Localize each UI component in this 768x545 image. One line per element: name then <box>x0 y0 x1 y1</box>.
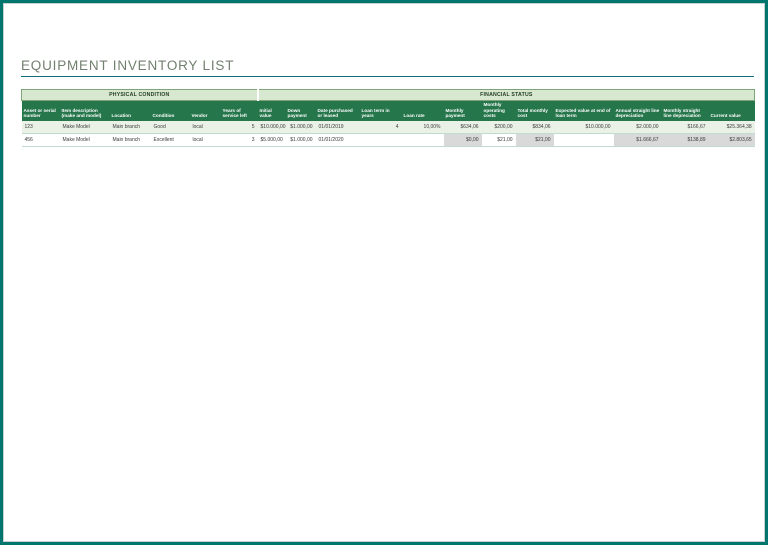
cell-monthly-payment: $634,06 <box>444 121 482 134</box>
column-header-monthly-operating-costs: Monthly operating costs <box>482 101 516 122</box>
cell-condition: Excellent <box>151 134 190 147</box>
column-header-current-value: Current value <box>709 101 755 122</box>
cell-location: Main branch <box>110 121 151 134</box>
group-header-physical-condition: PHYSICAL CONDITION <box>22 90 258 101</box>
cell-monthly-payment: $0,00 <box>444 134 482 147</box>
column-header-loan-term: Loan term in years <box>360 101 402 122</box>
cell-monthly-depreciation: $166,67 <box>662 121 709 134</box>
column-header-initial-value: Initial value <box>258 101 286 122</box>
column-header-location: Location <box>110 101 151 122</box>
cell-initial-value: $10.000,00 <box>258 121 286 134</box>
column-header-monthly-payment: Monthly payment <box>444 101 482 122</box>
cell-item-description: Make Model <box>60 134 110 147</box>
column-header-condition: Condition <box>151 101 190 122</box>
cell-expected-value: $10.000,00 <box>554 121 614 134</box>
column-header-item-description: Item description (make and model) <box>60 101 110 122</box>
cell-vendor: local <box>190 134 221 147</box>
column-header-asset-number: Asset or serial number <box>22 101 60 122</box>
cell-date-purchased: 01/01/2019 <box>316 121 360 134</box>
cell-monthly-operating-costs: $200,00 <box>482 121 516 134</box>
document-page: EQUIPMENT INVENTORY LIST PHYSICAL CONDIT… <box>0 0 768 545</box>
table-row: 123 Make Model Main branch Good local 5 … <box>22 121 755 134</box>
cell-down-payment: $1.000,00 <box>286 121 316 134</box>
column-header-down-payment: Down payment <box>286 101 316 122</box>
column-header-years-of-service-left: Years of service left <box>221 101 258 122</box>
cell-location: Main branch <box>110 134 151 147</box>
equipment-inventory-table: PHYSICAL CONDITION FINANCIAL STATUS Asse… <box>21 89 755 147</box>
column-header-row: Asset or serial number Item description … <box>22 101 755 122</box>
cell-total-monthly-cost: $834,06 <box>516 121 554 134</box>
title-underline <box>21 76 754 77</box>
group-header-row: PHYSICAL CONDITION FINANCIAL STATUS <box>22 90 755 101</box>
cell-loan-rate: 10,00% <box>402 121 444 134</box>
cell-loan-term <box>360 134 402 147</box>
cell-annual-depreciation: $2.000,00 <box>614 121 662 134</box>
cell-asset-number: 456 <box>22 134 60 147</box>
cell-total-monthly-cost: $21,00 <box>516 134 554 147</box>
column-header-date-purchased: Date purchased or leased <box>316 101 360 122</box>
cell-current-value: $25.364,38 <box>709 121 755 134</box>
column-header-monthly-depreciation: Monthly straight line depreciation <box>662 101 709 122</box>
group-header-financial-status: FINANCIAL STATUS <box>258 90 755 101</box>
cell-loan-term: 4 <box>360 121 402 134</box>
column-header-expected-value: Expected value at end of loan term <box>554 101 614 122</box>
cell-item-description: Make Model <box>60 121 110 134</box>
cell-monthly-operating-costs: $21,00 <box>482 134 516 147</box>
column-header-loan-rate: Loan rate <box>402 101 444 122</box>
table-row: 456 Make Model Main branch Excellent loc… <box>22 134 755 147</box>
column-header-annual-depreciation: Annual straight line depreciation <box>614 101 662 122</box>
cell-expected-value <box>554 134 614 147</box>
cell-current-value: $2.803,65 <box>709 134 755 147</box>
cell-loan-rate <box>402 134 444 147</box>
cell-condition: Good <box>151 121 190 134</box>
cell-vendor: local <box>190 121 221 134</box>
cell-years-of-service-left: 3 <box>221 134 258 147</box>
cell-down-payment: $1.000,00 <box>286 134 316 147</box>
cell-annual-depreciation: $1.666,67 <box>614 134 662 147</box>
page-title: EQUIPMENT INVENTORY LIST <box>21 58 234 73</box>
column-header-vendor: Vendor <box>190 101 221 122</box>
cell-years-of-service-left: 5 <box>221 121 258 134</box>
cell-asset-number: 123 <box>22 121 60 134</box>
cell-monthly-depreciation: $138,89 <box>662 134 709 147</box>
column-header-total-monthly-cost: Total monthly cost <box>516 101 554 122</box>
cell-initial-value: $5.000,00 <box>258 134 286 147</box>
cell-date-purchased: 01/01/2020 <box>316 134 360 147</box>
